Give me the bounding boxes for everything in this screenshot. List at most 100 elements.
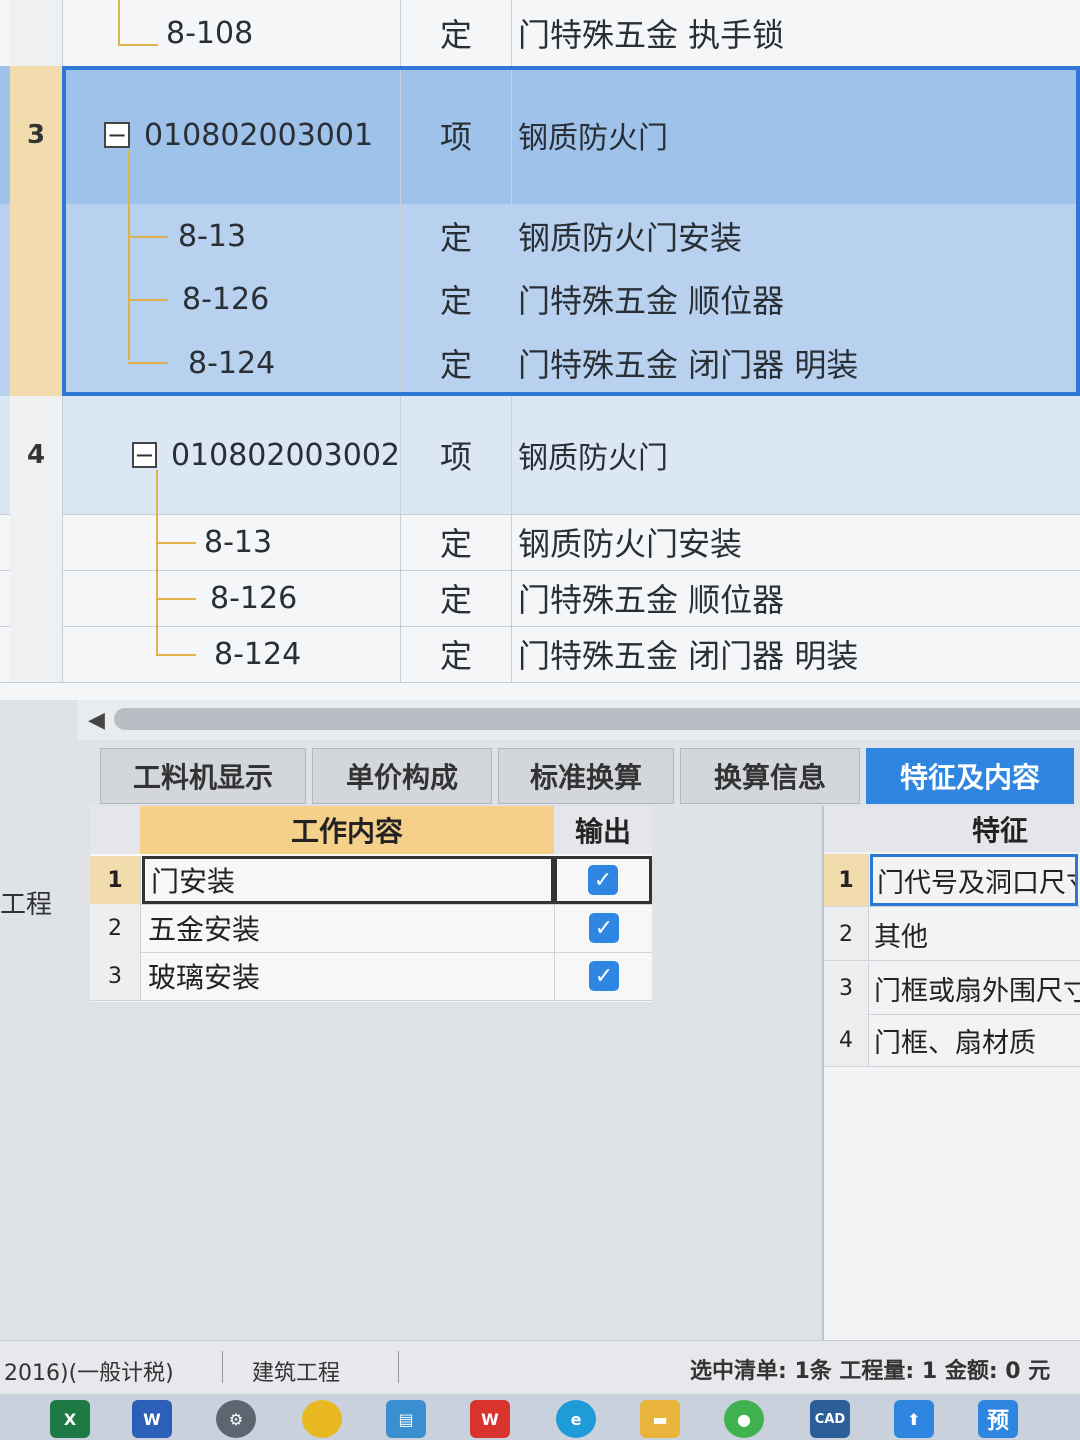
collapse-icon[interactable]: − xyxy=(132,442,157,468)
status-summary: 选中清单: 1条 工程量: 1 金额: 0 元 xyxy=(690,1359,1051,1384)
output-checkbox[interactable]: ✓ xyxy=(554,856,652,904)
status-discipline[interactable]: 建筑工程 xyxy=(252,1355,340,1387)
item-type[interactable]: 定 xyxy=(400,514,512,570)
item-name[interactable]: 钢质防火门安装 xyxy=(510,514,1080,570)
item-code[interactable]: 8-13 xyxy=(62,514,400,570)
header-corner xyxy=(90,806,141,854)
table-row[interactable]: 1 门安装 ✓ xyxy=(90,856,652,905)
item-code[interactable]: 8-124 xyxy=(62,330,400,396)
item-name[interactable]: 门特殊五金 闭门器 明装 xyxy=(510,626,1080,682)
item-code[interactable]: 8-126 xyxy=(62,268,400,330)
item-name[interactable]: 钢质防火门安装 xyxy=(510,204,1080,268)
tree-connector xyxy=(118,0,120,46)
yellow-app-icon[interactable] xyxy=(302,1400,342,1438)
check-icon[interactable]: ✓ xyxy=(589,913,619,943)
table-row[interactable]: 4 门框、扇材质 xyxy=(824,1014,1080,1067)
tree-connector xyxy=(156,470,158,656)
table-row[interactable]: 4 − 010802003002 项 钢质防火门 xyxy=(0,396,1080,515)
collapse-icon[interactable]: − xyxy=(104,122,130,148)
word-icon[interactable]: W xyxy=(132,1400,172,1438)
item-name[interactable]: 钢质防火门 xyxy=(510,66,1080,204)
item-name[interactable]: 钢质防火门 xyxy=(510,396,1080,514)
row-number: 3 xyxy=(10,66,63,204)
tree-connector xyxy=(128,236,168,238)
upload-icon[interactable]: ⬆ xyxy=(894,1400,934,1438)
item-name[interactable]: 门特殊五金 顺位器 xyxy=(510,570,1080,626)
tree-connector xyxy=(156,654,196,656)
tab-standard-conversion[interactable]: 标准换算 xyxy=(498,748,674,804)
status-standard: 2016)(一般计税) xyxy=(4,1361,174,1386)
check-icon[interactable]: ✓ xyxy=(589,961,619,991)
item-name[interactable]: 门特殊五金 执手锁 xyxy=(510,0,1080,66)
item-type[interactable]: 定 xyxy=(400,330,512,396)
item-code[interactable]: 8-13 xyxy=(62,204,400,268)
table-row[interactable]: 3 门框或扇外围尺寸 xyxy=(824,962,1080,1015)
feature-text[interactable]: 其他 xyxy=(874,908,1080,960)
work-item-text[interactable]: 门安装 xyxy=(142,856,554,904)
row-number: 2 xyxy=(824,908,869,960)
item-code[interactable]: 8-126 xyxy=(62,570,400,626)
preview-icon[interactable]: 预 xyxy=(978,1400,1018,1438)
tree-connector xyxy=(128,299,168,301)
tab-features-content[interactable]: 特征及内容 xyxy=(866,748,1074,804)
header-work-content: 工作内容 xyxy=(140,806,555,854)
divider xyxy=(222,1351,223,1383)
row-number: 2 xyxy=(90,904,141,952)
table-row[interactable]: 1 门代号及洞口尺寸 xyxy=(824,854,1080,907)
output-checkbox[interactable]: ✓ xyxy=(554,904,653,952)
item-code[interactable]: − 010802003001 xyxy=(62,66,400,204)
row-number xyxy=(10,0,63,66)
scrollbar-thumb[interactable] xyxy=(114,708,1080,730)
output-checkbox[interactable]: ✓ xyxy=(554,952,653,1000)
row-number: 1 xyxy=(824,854,869,906)
feature-text[interactable]: 门框、扇材质 xyxy=(874,1014,1080,1066)
excel-icon[interactable]: X xyxy=(50,1400,90,1438)
item-name[interactable]: 门特殊五金 顺位器 xyxy=(510,268,1080,330)
cad-icon[interactable]: CAD xyxy=(810,1400,850,1438)
feature-text[interactable]: 门代号及洞口尺寸 xyxy=(870,854,1078,906)
taskbar: X W ⚙ ▤ W e ▬ ● CAD ⬆ 预 xyxy=(0,1394,1080,1440)
side-label: 工程 xyxy=(0,890,53,920)
wechat-icon[interactable]: ● xyxy=(724,1400,764,1438)
item-type[interactable]: 定 xyxy=(400,570,512,626)
work-item-text[interactable]: 五金安装 xyxy=(148,904,548,952)
folder-icon[interactable]: ▬ xyxy=(640,1400,680,1438)
tree-connector xyxy=(118,44,158,46)
header-output: 输出 xyxy=(554,806,652,854)
item-name[interactable]: 门特殊五金 闭门器 明装 xyxy=(510,330,1080,396)
table-row[interactable]: 8-108 定 门特殊五金 执手锁 xyxy=(0,0,1080,67)
item-code[interactable]: − 010802003002 xyxy=(62,396,400,514)
tree-connector xyxy=(156,598,196,600)
row-number xyxy=(10,514,63,570)
tab-material[interactable]: 工料机显示 xyxy=(100,748,306,804)
item-type[interactable]: 项 xyxy=(400,396,512,514)
table-row[interactable]: 3 − 010802003001 项 钢质防火门 xyxy=(0,66,1080,205)
settings-icon[interactable]: ⚙ xyxy=(216,1400,256,1438)
bill-grid[interactable]: 8-108 定 门特殊五金 执手锁 3 − 010802003001 项 钢质防… xyxy=(0,0,1080,700)
item-type[interactable]: 定 xyxy=(400,268,512,330)
feature-text[interactable]: 门框或扇外围尺寸 xyxy=(874,962,1080,1014)
item-type[interactable]: 定 xyxy=(400,204,512,268)
horizontal-scrollbar[interactable]: ◀ xyxy=(78,700,1080,740)
tab-unit-price[interactable]: 单价构成 xyxy=(312,748,492,804)
row-number xyxy=(10,330,63,396)
item-code[interactable]: 8-124 xyxy=(62,626,400,682)
item-type[interactable]: 定 xyxy=(400,0,512,66)
table-row[interactable]: 2 其他 xyxy=(824,908,1080,961)
tree-connector xyxy=(128,362,168,364)
tab-conversion-info[interactable]: 换算信息 xyxy=(680,748,860,804)
row-number: 4 xyxy=(824,1014,869,1066)
wps-icon[interactable]: W xyxy=(470,1400,510,1438)
work-content-table: 工作内容 输出 1 门安装 ✓ 2 五金安装 ✓ 3 玻璃安装 ✓ xyxy=(90,806,652,1002)
calc-icon[interactable]: ▤ xyxy=(386,1400,426,1438)
item-code[interactable]: 8-108 xyxy=(62,0,400,66)
table-row[interactable]: 2 五金安装 ✓ xyxy=(90,904,652,953)
item-type[interactable]: 项 xyxy=(400,66,512,204)
table-row[interactable]: 3 玻璃安装 ✓ xyxy=(90,952,652,1001)
row-number: 3 xyxy=(824,962,869,1014)
edge-icon[interactable]: e xyxy=(556,1400,596,1438)
item-type[interactable]: 定 xyxy=(400,626,512,682)
scroll-left-icon[interactable]: ◀ xyxy=(88,708,105,733)
check-icon[interactable]: ✓ xyxy=(588,865,618,895)
work-item-text[interactable]: 玻璃安装 xyxy=(148,952,548,1000)
